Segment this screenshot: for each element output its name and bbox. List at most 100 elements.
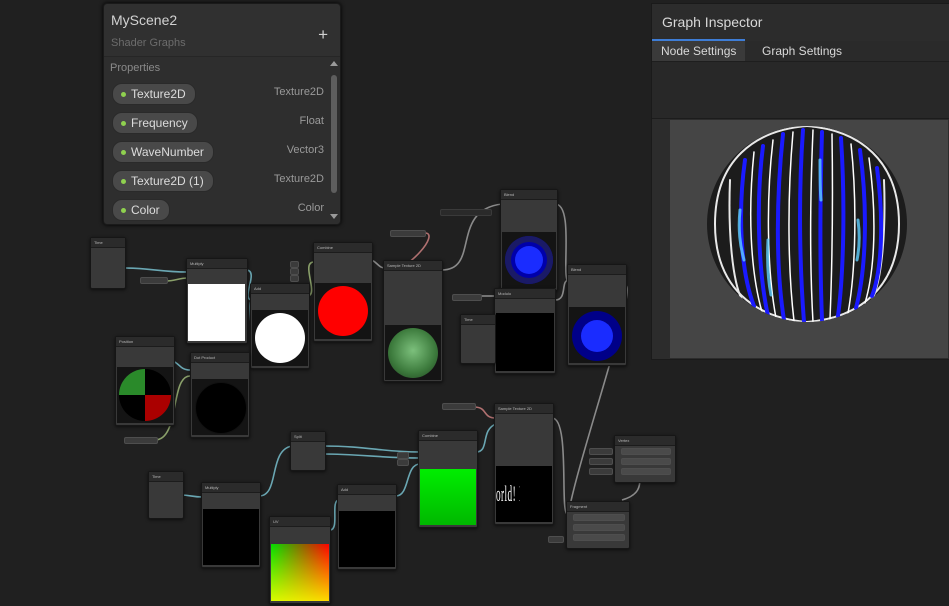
node-title: Add bbox=[251, 284, 309, 294]
input-chip[interactable] bbox=[290, 268, 299, 275]
property-row[interactable]: Texture2D Texture2D bbox=[112, 83, 328, 105]
node-title: UV bbox=[270, 517, 330, 527]
node-title: Combine bbox=[314, 243, 372, 253]
blackboard-panel[interactable]: MyScene2 Shader Graphs + Properties Text… bbox=[103, 3, 341, 225]
node-title: Modulo bbox=[495, 289, 555, 299]
node-vertex[interactable]: Vertex bbox=[614, 435, 676, 483]
vertex-normal-slot[interactable] bbox=[621, 458, 671, 465]
input-chip[interactable] bbox=[589, 468, 613, 475]
property-type: Float bbox=[299, 115, 324, 127]
node-time-2[interactable]: Time bbox=[460, 314, 496, 364]
node-preview-uv-gradient bbox=[271, 544, 329, 601]
scrollbar-thumb[interactable] bbox=[331, 75, 337, 193]
node-preview-black-3 bbox=[339, 511, 395, 567]
tab-graph-settings[interactable]: Graph Settings bbox=[753, 41, 851, 61]
property-pill[interactable]: WaveNumber bbox=[112, 141, 214, 163]
scroll-up-icon[interactable] bbox=[330, 61, 338, 66]
node-time[interactable]: Time bbox=[90, 237, 126, 289]
scroll-down-icon[interactable] bbox=[330, 214, 338, 219]
node-dot-product[interactable]: Dot Product bbox=[190, 352, 250, 438]
node-title: Sample Texture 2D bbox=[384, 261, 442, 271]
property-pill[interactable]: Frequency bbox=[112, 112, 198, 134]
node-combine-green[interactable]: Combine bbox=[418, 430, 478, 528]
node-combine-red[interactable]: Combine bbox=[313, 242, 373, 342]
node-sample-texture-text[interactable]: Sample Texture 2D orld! Hello W bbox=[494, 403, 554, 525]
node-multiply[interactable]: Multiply bbox=[186, 258, 248, 344]
node-title: Split bbox=[291, 432, 325, 442]
node-sample-texture-green[interactable]: Sample Texture 2D bbox=[383, 260, 443, 382]
node-preview-white bbox=[188, 284, 245, 341]
blackboard-title[interactable]: MyScene2 bbox=[111, 12, 177, 28]
exposed-dot-icon bbox=[121, 179, 126, 184]
property-row[interactable]: Texture2D (1) Texture2D bbox=[112, 170, 328, 192]
input-chip[interactable] bbox=[589, 458, 613, 465]
graph-inspector-panel[interactable]: Graph Inspector Node Settings Graph Sett… bbox=[651, 3, 949, 360]
property-pill[interactable]: Texture2D (1) bbox=[112, 170, 214, 192]
input-chip[interactable] bbox=[397, 459, 409, 466]
node-title: Vertex bbox=[615, 436, 675, 446]
inspector-tabs: Node Settings Graph Settings bbox=[652, 39, 949, 62]
node-title: Add bbox=[338, 485, 396, 495]
property-chip-texture2d[interactable] bbox=[390, 230, 426, 237]
node-time-3[interactable]: Time bbox=[148, 471, 184, 519]
node-title: Time bbox=[91, 238, 125, 248]
property-type: Color bbox=[297, 202, 324, 214]
node-split[interactable]: Split bbox=[290, 431, 326, 471]
properties-section-header[interactable]: Properties bbox=[110, 62, 160, 74]
fragment-alphaclip-slot[interactable] bbox=[573, 534, 625, 541]
property-row[interactable]: Frequency Float bbox=[112, 112, 328, 134]
node-preview-position-sphere bbox=[117, 367, 173, 423]
property-type: Texture2D bbox=[273, 173, 324, 185]
node-title: Sample Texture 2D bbox=[495, 404, 553, 414]
property-pill[interactable]: Color bbox=[112, 199, 170, 221]
property-pill[interactable]: Texture2D bbox=[112, 83, 196, 105]
preview-text: orld! Hello W bbox=[496, 481, 520, 506]
node-position[interactable]: Position bbox=[115, 336, 175, 426]
node-preview-green bbox=[420, 469, 476, 525]
node-title: Multiply bbox=[187, 259, 247, 269]
property-type: Texture2D bbox=[273, 86, 324, 98]
node-add-2[interactable]: Add bbox=[337, 484, 397, 570]
node-preview-black bbox=[496, 313, 554, 371]
node-uv[interactable]: UV bbox=[269, 516, 331, 604]
main-preview[interactable] bbox=[670, 120, 948, 358]
node-blend-top[interactable]: Blend bbox=[500, 189, 558, 291]
blackboard-scrollbar[interactable] bbox=[329, 61, 339, 221]
property-chip-frequency[interactable] bbox=[140, 277, 168, 284]
exposed-dot-icon bbox=[121, 121, 126, 126]
input-chips[interactable] bbox=[440, 209, 492, 216]
vertex-tangent-slot[interactable] bbox=[621, 468, 671, 475]
input-chip[interactable] bbox=[397, 452, 409, 459]
add-property-button[interactable]: + bbox=[318, 26, 328, 43]
node-multiply-2[interactable]: Multiply bbox=[201, 482, 261, 568]
node-modulo[interactable]: Modulo bbox=[494, 288, 556, 374]
exposed-dot-icon bbox=[121, 92, 126, 97]
node-preview-red-sphere bbox=[315, 283, 371, 339]
input-chip[interactable] bbox=[290, 275, 299, 282]
fragment-basecolor-slot[interactable] bbox=[573, 514, 625, 521]
node-title: Time bbox=[149, 472, 183, 482]
node-preview-white-sphere bbox=[252, 310, 308, 366]
input-chip[interactable] bbox=[589, 448, 613, 455]
inspector-content bbox=[652, 62, 949, 119]
tab-node-settings[interactable]: Node Settings bbox=[652, 39, 746, 61]
property-row[interactable]: Color Color bbox=[112, 199, 328, 221]
property-chip-texture2d-1[interactable] bbox=[442, 403, 476, 410]
fragment-alpha-slot[interactable] bbox=[573, 524, 625, 531]
inspector-title: Graph Inspector bbox=[662, 14, 763, 30]
node-blend-right[interactable]: Blend bbox=[567, 264, 627, 366]
property-chip-wavenumber[interactable] bbox=[452, 294, 482, 301]
property-row[interactable]: WaveNumber Vector3 bbox=[112, 141, 328, 163]
property-name: Color bbox=[131, 203, 160, 217]
node-preview-green-sphere bbox=[385, 325, 441, 380]
property-chip-wavenumber-2[interactable] bbox=[124, 437, 158, 444]
input-chip[interactable] bbox=[548, 536, 564, 543]
node-title: Dot Product bbox=[191, 353, 249, 363]
node-add[interactable]: Add bbox=[250, 283, 310, 369]
property-name: Texture2D bbox=[131, 87, 186, 101]
node-preview-black-2 bbox=[203, 509, 259, 565]
input-chip[interactable] bbox=[290, 261, 299, 268]
node-fragment[interactable]: Fragment bbox=[566, 501, 630, 549]
blackboard-subtitle[interactable]: Shader Graphs bbox=[111, 37, 186, 49]
vertex-position-slot[interactable] bbox=[621, 448, 671, 455]
